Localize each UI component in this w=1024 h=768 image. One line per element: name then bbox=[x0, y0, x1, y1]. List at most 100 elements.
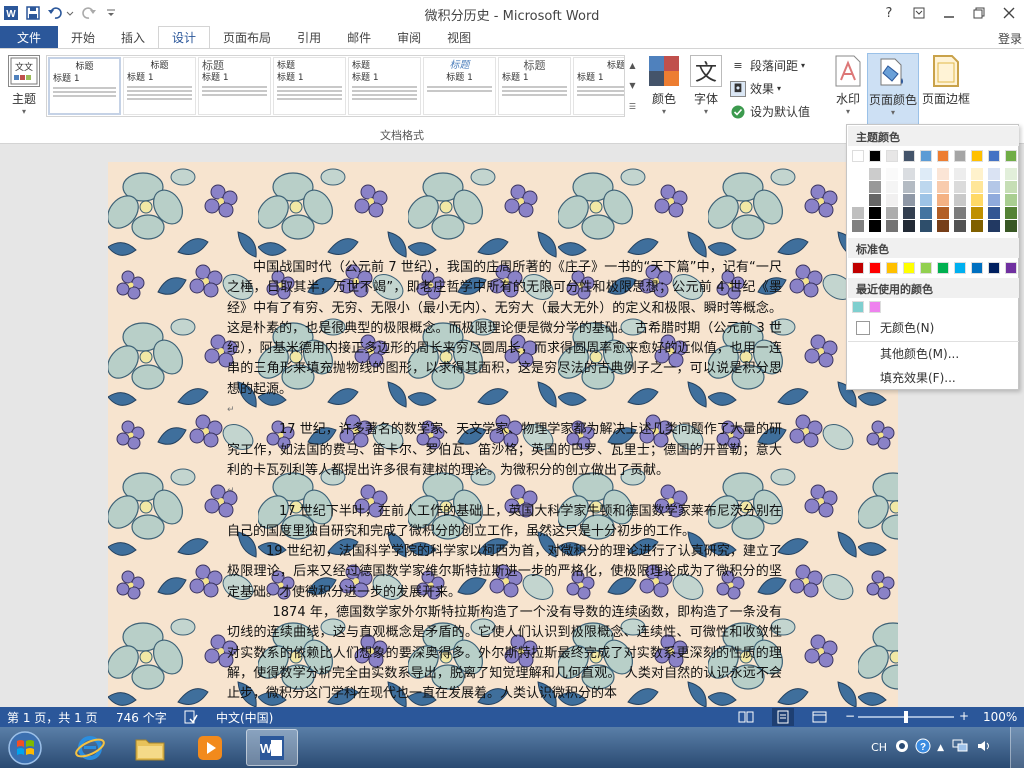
tab-page-layout[interactable]: 页面布局 bbox=[210, 26, 284, 48]
fonts-button[interactable]: 文 字体 ▾ bbox=[690, 55, 722, 116]
style-set-item[interactable]: 标题 标题 1 bbox=[498, 57, 571, 115]
zoom-slider-thumb[interactable] bbox=[904, 711, 908, 723]
theme-color-shade[interactable] bbox=[886, 194, 898, 206]
style-set-item[interactable]: 标题 标题 1 bbox=[273, 57, 346, 115]
theme-color-shade[interactable] bbox=[886, 168, 898, 180]
standard-color-swatch[interactable] bbox=[852, 262, 864, 274]
tab-design[interactable]: 设计 bbox=[158, 26, 211, 48]
fill-effects-item[interactable]: 填充效果(F)... bbox=[848, 366, 1019, 388]
theme-color-shade[interactable] bbox=[869, 194, 881, 206]
page-borders-button[interactable]: 页面边框 bbox=[922, 55, 970, 107]
theme-color-shade[interactable] bbox=[1005, 194, 1017, 206]
standard-color-swatch[interactable] bbox=[920, 262, 932, 274]
file-explorer-button[interactable] bbox=[124, 729, 176, 766]
theme-color-shade[interactable] bbox=[852, 207, 864, 219]
theme-color-shade[interactable] bbox=[852, 168, 864, 180]
minimize-icon[interactable] bbox=[934, 0, 964, 26]
theme-color-shade[interactable] bbox=[886, 207, 898, 219]
theme-color-shade[interactable] bbox=[903, 220, 915, 232]
theme-color-shade[interactable] bbox=[937, 168, 949, 180]
redo-icon[interactable] bbox=[78, 2, 100, 24]
word-taskbar-button[interactable]: W bbox=[246, 729, 298, 766]
theme-color-shade[interactable] bbox=[954, 181, 966, 193]
recent-color-swatch[interactable] bbox=[869, 301, 881, 313]
word-app-icon[interactable]: W bbox=[0, 2, 22, 24]
style-set-item[interactable]: 标题 标题 1 bbox=[48, 57, 121, 115]
word-count-status[interactable]: 746 个字 bbox=[116, 709, 167, 726]
standard-color-swatch[interactable] bbox=[869, 262, 881, 274]
theme-color-shade[interactable] bbox=[920, 181, 932, 193]
theme-color-shade[interactable] bbox=[937, 220, 949, 232]
theme-color-shade[interactable] bbox=[954, 220, 966, 232]
standard-color-swatch[interactable] bbox=[903, 262, 915, 274]
help-button[interactable]: ? bbox=[874, 0, 904, 26]
theme-color-shade[interactable] bbox=[988, 207, 1000, 219]
theme-color-swatch[interactable] bbox=[988, 150, 1000, 162]
show-desktop-button[interactable] bbox=[1010, 727, 1024, 768]
theme-color-shade[interactable] bbox=[971, 168, 983, 180]
document-page[interactable]: 中国战国时代（公元前 7 世纪），我国的庄周所著的《庄子》一书的“天下篇”中，记… bbox=[108, 162, 898, 707]
tab-insert[interactable]: 插入 bbox=[108, 26, 158, 48]
theme-color-shade[interactable] bbox=[1005, 220, 1017, 232]
proofing-icon[interactable] bbox=[184, 710, 198, 727]
recent-color-swatch[interactable] bbox=[852, 301, 864, 313]
theme-color-shade[interactable] bbox=[852, 181, 864, 193]
theme-color-shade[interactable] bbox=[1005, 207, 1017, 219]
document-paragraph[interactable]: 1874 年，德国数学家外尔斯特拉斯构造了一个没有导数的连续函数，即构造了一条没… bbox=[227, 603, 782, 704]
gallery-down-icon[interactable]: ▼ bbox=[629, 81, 635, 90]
customize-quick-access-icon[interactable] bbox=[100, 2, 122, 24]
themes-button[interactable]: 文文 主题 ▾ bbox=[8, 55, 40, 116]
tab-mailings[interactable]: 邮件 bbox=[334, 26, 384, 48]
theme-color-shade[interactable] bbox=[903, 168, 915, 180]
read-mode-icon[interactable] bbox=[738, 710, 754, 727]
theme-color-swatch[interactable] bbox=[1005, 150, 1017, 162]
zoom-in-icon[interactable]: + bbox=[959, 709, 969, 723]
standard-color-swatch[interactable] bbox=[988, 262, 1000, 274]
tab-references[interactable]: 引用 bbox=[284, 26, 334, 48]
theme-color-swatch[interactable] bbox=[886, 150, 898, 162]
theme-color-shade[interactable] bbox=[869, 181, 881, 193]
undo-icon[interactable] bbox=[44, 2, 78, 24]
tab-home[interactable]: 开始 bbox=[58, 26, 108, 48]
style-set-item[interactable]: 标题 标题 1 bbox=[423, 57, 496, 115]
zoom-level[interactable]: 100% bbox=[983, 710, 1017, 724]
theme-color-shade[interactable] bbox=[988, 168, 1000, 180]
gallery-up-icon[interactable]: ▲ bbox=[629, 61, 635, 70]
theme-color-shade[interactable] bbox=[954, 194, 966, 206]
theme-color-shade[interactable] bbox=[937, 194, 949, 206]
theme-color-shade[interactable] bbox=[920, 207, 932, 219]
theme-color-shade[interactable] bbox=[869, 220, 881, 232]
tab-view[interactable]: 视图 bbox=[434, 26, 484, 48]
theme-color-swatch[interactable] bbox=[852, 150, 864, 162]
input-method-icon[interactable] bbox=[895, 739, 909, 756]
standard-color-swatch[interactable] bbox=[954, 262, 966, 274]
input-language-indicator[interactable]: CH bbox=[871, 741, 887, 754]
document-paragraph[interactable]: 17 世纪下半叶，在前人工作的基础上，英国大科学家牛顿和德国数学家莱布尼茨分别在… bbox=[227, 502, 782, 543]
theme-color-swatch[interactable] bbox=[971, 150, 983, 162]
theme-color-shade[interactable] bbox=[954, 168, 966, 180]
tab-review[interactable]: 审阅 bbox=[384, 26, 434, 48]
theme-color-shade[interactable] bbox=[869, 168, 881, 180]
theme-color-shade[interactable] bbox=[988, 181, 1000, 193]
theme-color-shade[interactable] bbox=[903, 207, 915, 219]
theme-color-shade[interactable] bbox=[869, 207, 881, 219]
theme-color-shade[interactable] bbox=[988, 220, 1000, 232]
standard-color-swatch[interactable] bbox=[1005, 262, 1017, 274]
document-body[interactable]: 中国战国时代（公元前 7 世纪），我国的庄周所著的《庄子》一书的“天下篇”中，记… bbox=[227, 258, 782, 705]
ribbon-display-options-icon[interactable] bbox=[904, 0, 934, 26]
tray-arrow-icon[interactable]: ▲ bbox=[937, 743, 944, 753]
theme-color-shade[interactable] bbox=[937, 181, 949, 193]
theme-color-shade[interactable] bbox=[852, 220, 864, 232]
page-count-status[interactable]: 第 1 页，共 1 页 bbox=[7, 709, 98, 726]
gallery-more-icon[interactable]: ☰ bbox=[629, 102, 636, 111]
effects-button[interactable]: ◘ 效果 ▾ bbox=[730, 80, 781, 97]
theme-color-shade[interactable] bbox=[852, 194, 864, 206]
volume-icon[interactable] bbox=[976, 739, 992, 756]
style-set-item[interactable]: 标题 标题 1 bbox=[123, 57, 196, 115]
no-color-item[interactable]: 无颜色(N) bbox=[848, 316, 1019, 338]
standard-color-swatch[interactable] bbox=[886, 262, 898, 274]
theme-color-shade[interactable] bbox=[920, 220, 932, 232]
watermark-button[interactable]: 水印 ▾ bbox=[832, 55, 864, 116]
theme-color-swatch[interactable] bbox=[937, 150, 949, 162]
theme-color-swatch[interactable] bbox=[920, 150, 932, 162]
